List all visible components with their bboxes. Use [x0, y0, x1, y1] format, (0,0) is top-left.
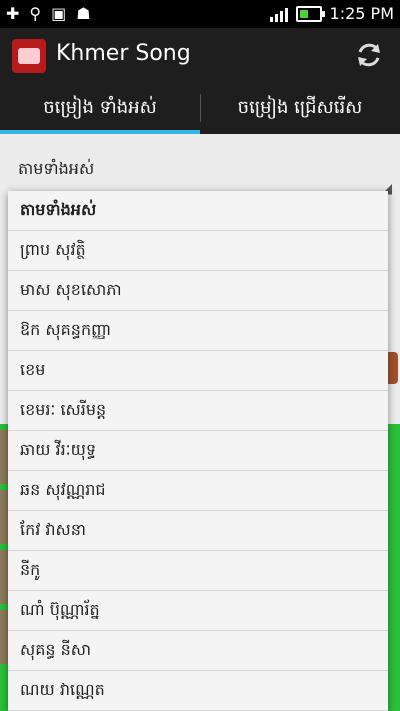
app-logo-icon: [12, 39, 46, 73]
dropdown-item[interactable]: តាមទាំងអស់: [8, 191, 388, 231]
dropdown-item[interactable]: មាស សុខសោភា: [8, 271, 388, 311]
usb-icon: ⚲: [29, 4, 42, 23]
dropdown-item[interactable]: ខេមរៈ សេរីមន្ត: [8, 391, 388, 431]
dropdown-item[interactable]: ឱក សុគន្ធកញ្ញា: [8, 311, 388, 351]
dropdown-item[interactable]: ណយ វាណ្ណេត: [8, 671, 388, 711]
dropdown-item[interactable]: នីកូ: [8, 551, 388, 591]
image-icon: ▣: [51, 4, 67, 23]
status-bar: ✚ ⚲ ▣ ☗ 1:25 PM: [0, 0, 400, 28]
dropdown-item[interactable]: ឆាយ វីរៈយុទ្ធ: [8, 431, 388, 471]
singer-dropdown-list: តាមទាំងអស់ ព្រាប សុវត្ថិ មាស សុខសោភា ឱក សុគ…: [8, 191, 388, 711]
app-notification-icon: ☗: [76, 4, 91, 23]
refresh-icon[interactable]: [354, 40, 384, 70]
signal-icon: [269, 6, 288, 22]
tab-bar: ចម្រៀង ទាំងអស់ ចម្រៀង ជ្រើសរើស: [0, 82, 400, 134]
dropdown-item[interactable]: កែវ វាសនា: [8, 511, 388, 551]
dropdown-item[interactable]: សុគន្ធ នីសា: [8, 631, 388, 671]
dropdown-item[interactable]: ឆន សុវណ្ណរាជ: [8, 471, 388, 511]
battery-icon: [295, 5, 325, 22]
app-bar: Khmer Song: [0, 28, 400, 82]
dropdown-item[interactable]: ណាំ ប៊ុណ្ណារ័ត្ន: [8, 591, 388, 631]
tab-selected-songs[interactable]: ចម្រៀង ជ្រើសរើស: [200, 82, 400, 134]
notification-icon: ✚: [6, 4, 20, 23]
status-time: 1:25 PM: [329, 4, 394, 23]
app-title: Khmer Song: [56, 41, 191, 66]
notification-icons: ✚ ⚲ ▣ ☗: [6, 4, 91, 23]
filter-spinner[interactable]: តាមទាំងអស់: [8, 144, 392, 195]
dropdown-item[interactable]: ព្រាប សុវត្ថិ: [8, 231, 388, 271]
dropdown-item[interactable]: ខេម: [8, 351, 388, 391]
tab-all-songs[interactable]: ចម្រៀង ទាំងអស់: [0, 82, 200, 134]
filter-selected: តាមទាំងអស់: [18, 159, 95, 178]
